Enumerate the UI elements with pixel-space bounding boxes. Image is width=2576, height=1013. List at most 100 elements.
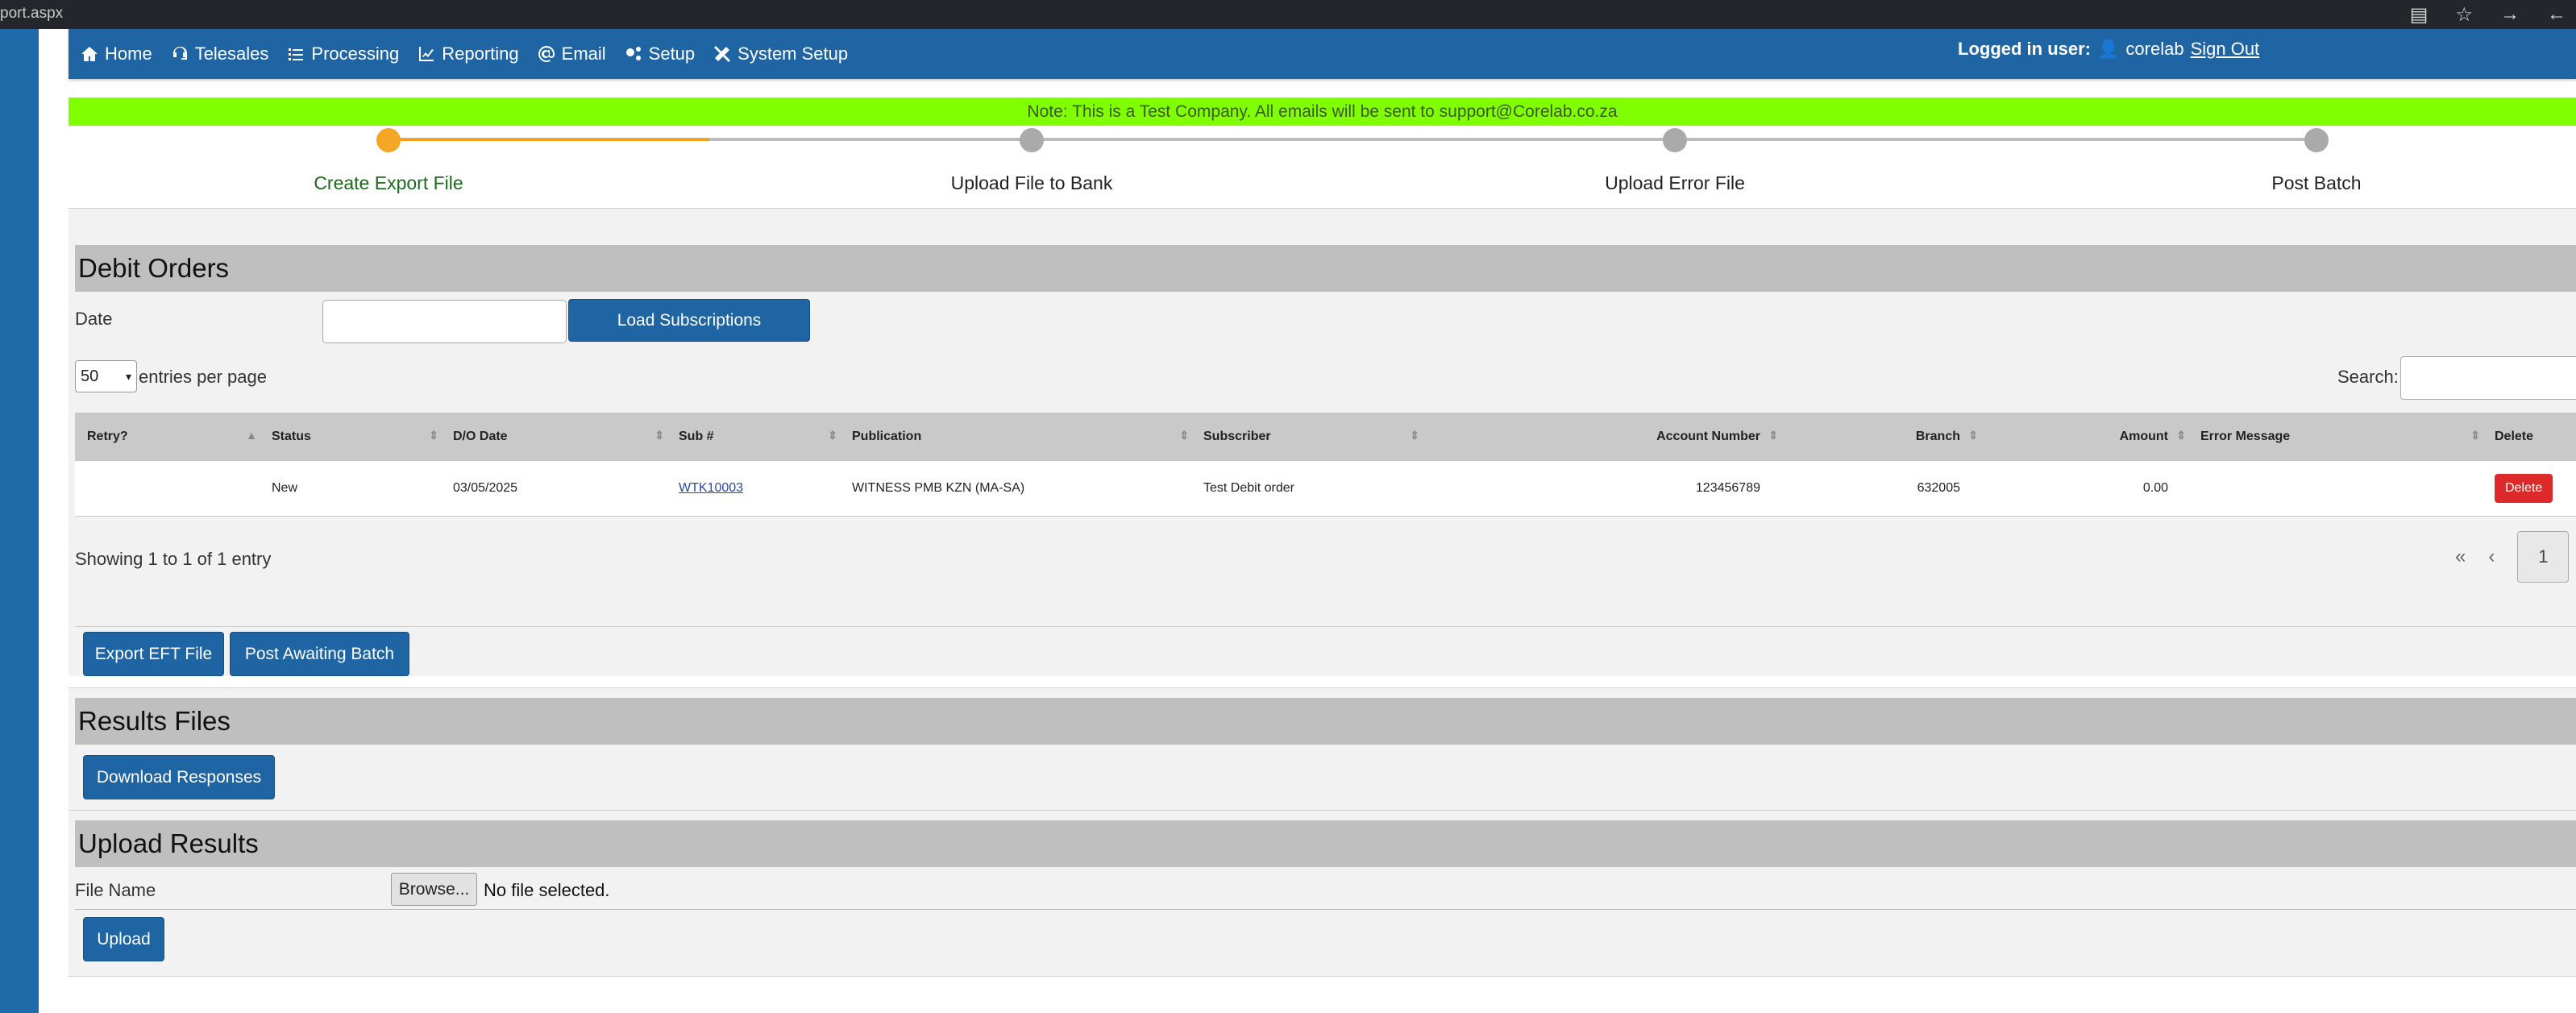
column-header-error-message[interactable]: Error Message ⇕ (2192, 413, 2487, 461)
login-status: Logged in user: 👤 corelab Sign Out (1958, 39, 2259, 60)
step-upload-file-to-bank[interactable]: Upload File to Bank (862, 126, 1201, 194)
nav-telesales[interactable]: Telesales (170, 44, 269, 64)
date-label: Date (75, 309, 113, 329)
left-sidebar (0, 29, 39, 1013)
upload-button[interactable]: Upload (83, 917, 164, 961)
step-post-batch[interactable]: Post Batch (2147, 126, 2486, 194)
previous-page-button[interactable]: ‹ (2488, 546, 2495, 568)
nav-telesales-label: Telesales (194, 44, 269, 64)
column-header-publication[interactable]: Publication ⇕ (844, 413, 1195, 461)
nav-email[interactable]: Email (537, 44, 606, 64)
list-icon (289, 48, 304, 60)
sort-icon: ⇕ (2176, 429, 2186, 442)
cell-retry (75, 461, 264, 516)
headset-icon (172, 46, 187, 60)
results-files-panel: Results Files Download Responses (69, 687, 2576, 813)
browse-button[interactable]: Browse... (391, 873, 477, 906)
entries-per-page-select[interactable]: 50 ▾ (75, 360, 137, 392)
step-dot (1020, 128, 1044, 152)
tools-icon (714, 46, 731, 62)
first-page-button[interactable]: « (2455, 546, 2466, 568)
current-page-button[interactable]: 1 (2517, 531, 2570, 583)
load-subscriptions-button[interactable]: Load Subscriptions (568, 299, 810, 342)
step-dot (1663, 128, 1687, 152)
nav-system-setup[interactable]: System Setup (713, 44, 848, 64)
column-header-retry[interactable]: Retry? ▲ (75, 413, 264, 461)
showing-entries-text: Showing 1 to 1 of 1 entry (75, 549, 272, 569)
top-navigation: Home Telesales Processing Reporting Emai… (69, 29, 2576, 79)
debit-orders-panel: Debit Orders Date Load Subscriptions 50 … (69, 208, 2576, 676)
no-file-selected-text: No file selected. (484, 880, 610, 900)
column-label: Account Number (1656, 430, 1760, 443)
entries-select-value: 50 (81, 367, 99, 385)
column-header-subscriber[interactable]: Subscriber ⇕ (1195, 413, 1426, 461)
search-label: Search: (2337, 367, 2399, 387)
home-icon (81, 47, 98, 61)
upload-results-heading: Upload Results (75, 820, 2576, 867)
entries-per-page-label: entries per page (139, 367, 267, 387)
reader-icon[interactable]: ▤ (2410, 3, 2429, 27)
sort-icon: ⇕ (429, 429, 438, 442)
column-header-do-date[interactable]: D/O Date ⇕ (445, 413, 671, 461)
at-icon (538, 46, 555, 62)
download-responses-button[interactable]: Download Responses (83, 755, 275, 799)
search-input[interactable] (2400, 356, 2576, 400)
step-label: Upload Error File (1605, 172, 1745, 193)
column-header-branch[interactable]: Branch ⇕ (1785, 413, 1984, 461)
nav-reporting-label: Reporting (442, 44, 519, 64)
user-icon: 👤 (2097, 39, 2120, 59)
step-label: Create Export File (314, 172, 463, 193)
step-create-export-file[interactable]: Create Export File (219, 126, 558, 194)
column-header-account-number[interactable]: Account Number ⇕ (1426, 413, 1785, 461)
column-label: Status (272, 430, 311, 443)
nav-home[interactable]: Home (80, 44, 152, 64)
logged-in-label: Logged in user: (1958, 39, 2091, 59)
cell-error-message (2192, 461, 2487, 516)
star-icon[interactable]: ☆ (2455, 3, 2473, 27)
column-header-status[interactable]: Status ⇕ (264, 413, 445, 461)
sub-number-link[interactable]: WTK10003 (679, 481, 743, 495)
nav-reporting[interactable]: Reporting (417, 44, 519, 64)
step-upload-error-file[interactable]: Upload Error File (1506, 126, 1844, 194)
back-icon[interactable]: ← (2547, 3, 2566, 27)
table-header-row: Retry? ▲ Status ⇕ D/O Date ⇕ Sub # ⇕ Publica… (75, 413, 2576, 461)
column-label: Sub # (679, 430, 714, 443)
cell-publication: WITNESS PMB KZN (MA-SA) (852, 480, 1025, 495)
pagination: « ‹ 1 › (2455, 531, 2576, 583)
sort-icon: ⇕ (654, 429, 664, 442)
nav-processing[interactable]: Processing (286, 44, 399, 64)
forward-icon[interactable]: → (2500, 3, 2520, 27)
cell-amount: 0.00 (2142, 480, 2168, 495)
sort-icon: ▲ (246, 429, 257, 442)
step-label: Post Batch (2271, 172, 2362, 193)
step-dot (376, 128, 401, 152)
step-label: Upload File to Bank (950, 172, 1113, 193)
test-company-note: Note: This is a Test Company. All emails… (69, 98, 2576, 126)
sort-icon: ⇕ (2470, 429, 2480, 442)
column-label: Publication (852, 430, 922, 443)
date-input[interactable] (322, 300, 567, 343)
cell-branch: 632005 (1917, 480, 1960, 495)
cell-delete: Delete (2487, 461, 2576, 516)
column-header-amount[interactable]: Amount ⇕ (1984, 413, 2192, 461)
browser-url: port.aspx (0, 5, 64, 22)
delete-button[interactable]: Delete (2495, 473, 2553, 503)
sign-out-link[interactable]: Sign Out (2191, 39, 2260, 60)
sort-icon: ⇕ (828, 429, 837, 442)
export-eft-file-button[interactable]: Export EFT File (83, 632, 224, 676)
chevron-down-icon: ▾ (125, 370, 131, 383)
file-name-label: File Name (75, 880, 156, 900)
upload-results-panel: Upload Results File Name Browse... No fi… (69, 810, 2576, 977)
user-name: corelab (2125, 39, 2184, 59)
column-label: Delete (2495, 430, 2534, 443)
chart-icon (419, 47, 434, 61)
divider (75, 626, 2576, 627)
browser-strip: port.aspx ▤ ☆ → ← (0, 0, 2576, 29)
column-label: Retry? (87, 430, 128, 443)
debit-orders-table: Retry? ▲ Status ⇕ D/O Date ⇕ Sub # ⇕ Publica… (75, 413, 2576, 517)
cell-sub-no: WTK10003 (671, 461, 844, 516)
column-header-sub-no[interactable]: Sub # ⇕ (671, 413, 844, 461)
column-label: Amount (2119, 430, 2168, 443)
nav-setup[interactable]: Setup (624, 44, 695, 64)
post-awaiting-batch-button[interactable]: Post Awaiting Batch (230, 632, 409, 676)
